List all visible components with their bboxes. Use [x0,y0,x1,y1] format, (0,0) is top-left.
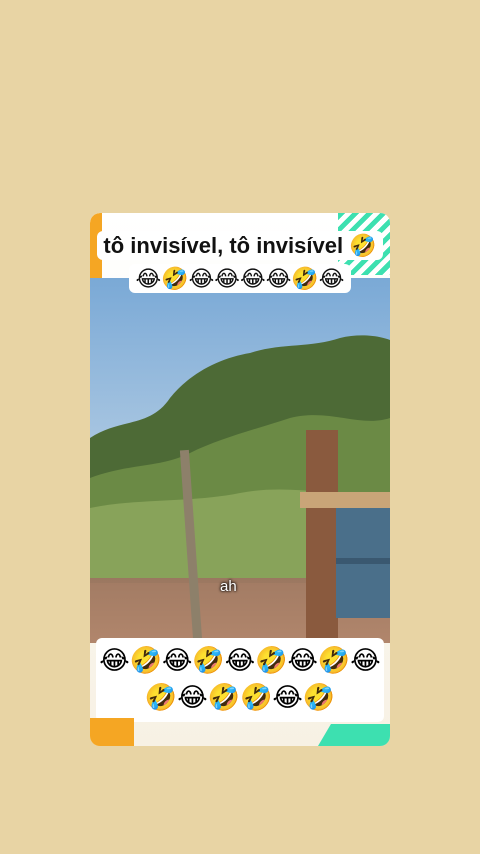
video-scene [90,278,390,643]
video-frame[interactable] [90,278,390,643]
caption-top-text: tô invisível, tô invisível 🤣😂🤣😂😂😂😂🤣😂 [97,231,383,293]
fence-beam [300,492,390,508]
subtitle-text: ah [220,578,237,595]
metal-post [306,430,338,640]
caption-top: tô invisível, tô invisível 🤣😂🤣😂😂😂😂🤣😂 [90,229,390,295]
decor-corner-bottom-left [90,718,134,746]
decor-corner-bottom-right [318,724,390,746]
video-card[interactable]: tô invisível, tô invisível 🤣😂🤣😂😂😂😂🤣😂 ah … [90,213,390,746]
caption-bottom: 😂🤣😂🤣😂🤣😂🤣😂🤣😂🤣🤣😂🤣 [96,638,384,722]
